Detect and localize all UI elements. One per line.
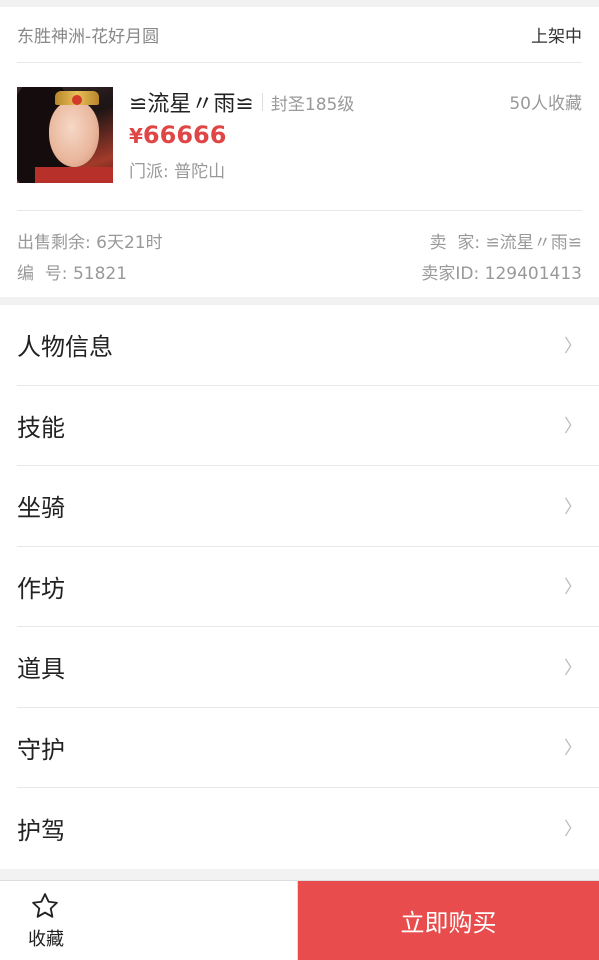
menu-item-skills[interactable]: 技能 〉	[17, 386, 599, 466]
menu-item-label: 技能	[17, 413, 65, 442]
detail-menu: 人物信息 〉 技能 〉 坐骑 〉 作坊 〉 道具 〉 守护 〉 护驾 〉	[0, 305, 599, 869]
meta-row-2: 编 号: 51821 卖家ID: 129401413	[17, 256, 582, 287]
character-avatar[interactable]	[17, 87, 113, 183]
listing-serial: 编 号: 51821	[17, 264, 128, 284]
menu-item-label: 守护	[17, 735, 65, 764]
meta-row-1: 出售剩余: 6天21时 卖 家: ≌流星〃雨≌	[17, 225, 582, 256]
menu-item-mounts[interactable]: 坐骑 〉	[17, 466, 599, 547]
menu-item-label: 人物信息	[17, 333, 113, 362]
menu-item-workshop[interactable]: 作坊 〉	[17, 547, 599, 627]
section-divider	[0, 297, 599, 305]
top-spacer	[0, 0, 599, 7]
buy-now-button[interactable]: 立即购买	[298, 881, 599, 960]
favorite-button[interactable]: 收藏	[0, 881, 298, 960]
chevron-right-icon: 〉	[564, 416, 582, 438]
seller-id: 卖家ID: 129401413	[421, 264, 582, 284]
favorite-count: 50人收藏	[509, 94, 582, 114]
menu-item-guardian[interactable]: 守护 〉	[17, 708, 599, 788]
currency-symbol: ¥	[129, 124, 143, 148]
server-name: 东胜神洲-花好月圆	[17, 27, 160, 47]
menu-item-label: 坐骑	[17, 494, 65, 523]
listing-header: 东胜神洲-花好月圆 上架中	[17, 7, 582, 63]
listing-meta: 出售剩余: 6天21时 卖 家: ≌流星〃雨≌ 编 号: 51821 卖家ID:…	[17, 211, 582, 287]
listing-status: 上架中	[531, 27, 582, 47]
time-remaining: 出售剩余: 6天21时	[17, 233, 163, 253]
chevron-right-icon: 〉	[564, 496, 582, 518]
seller-name: 卖 家: ≌流星〃雨≌	[429, 233, 582, 253]
favorite-label: 收藏	[28, 928, 64, 950]
chevron-right-icon: 〉	[564, 738, 582, 760]
menu-item-label: 道具	[17, 655, 65, 684]
character-info: ≌流星〃雨≌ 封圣185级 50人收藏 ¥66666 门派: 普陀山	[129, 87, 582, 210]
menu-item-items[interactable]: 道具 〉	[17, 627, 599, 708]
price: ¥66666	[129, 121, 582, 155]
menu-item-escort[interactable]: 护驾 〉	[17, 788, 599, 869]
price-value: 66666	[142, 121, 227, 149]
chevron-right-icon: 〉	[564, 819, 582, 841]
bottom-action-bar: 收藏 立即购买	[0, 880, 599, 960]
name-divider	[261, 93, 263, 111]
chevron-right-icon: 〉	[564, 657, 582, 679]
character-name: ≌流星〃雨≌	[129, 92, 254, 117]
menu-item-label: 作坊	[17, 574, 65, 603]
star-outline-icon	[28, 891, 62, 923]
listing-card: 东胜神洲-花好月圆 上架中 ≌流星〃雨≌ 封圣185级 50人收藏 ¥66666…	[0, 7, 599, 297]
chevron-right-icon: 〉	[564, 577, 582, 599]
menu-item-label: 护驾	[17, 816, 65, 845]
character-school: 门派: 普陀山	[129, 162, 226, 182]
menu-item-character-info[interactable]: 人物信息 〉	[17, 305, 599, 386]
character-summary: ≌流星〃雨≌ 封圣185级 50人收藏 ¥66666 门派: 普陀山	[17, 63, 582, 211]
character-level: 封圣185级	[270, 94, 355, 115]
chevron-right-icon: 〉	[564, 335, 582, 357]
